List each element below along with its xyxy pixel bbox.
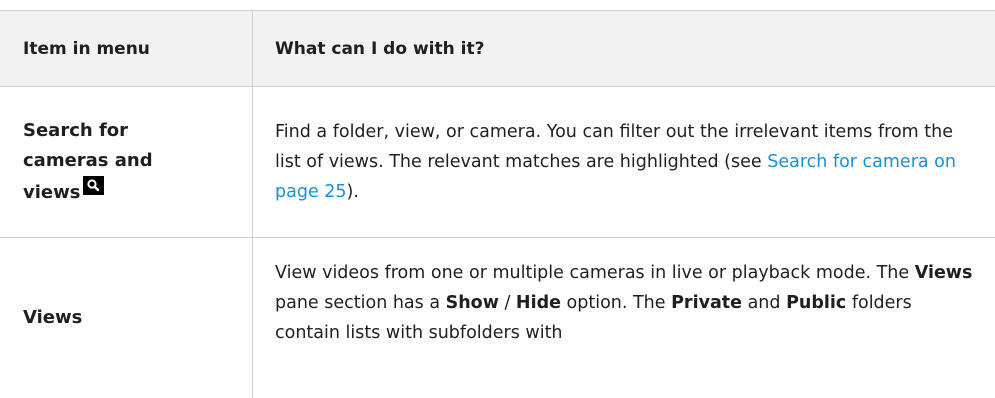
desc-cell: View videos from one or multiple cameras… — [253, 238, 995, 398]
item-label-line: cameras and — [23, 150, 153, 171]
search-icon — [83, 176, 105, 195]
desc-text: pane section has a — [275, 293, 446, 313]
table-row: Views View videos from one or multiple c… — [0, 237, 995, 398]
desc-text: View videos from one or multiple cameras… — [275, 263, 915, 283]
item-label-views: Views — [23, 307, 83, 328]
header-cell-desc: What can I do with it? — [253, 11, 995, 86]
table-row: Search for cameras and views Find a fold… — [0, 86, 995, 237]
header-cell-item: Item in menu — [0, 11, 253, 86]
bold-term: Private — [671, 293, 743, 313]
item-label-line: views — [23, 182, 81, 203]
desc-text: ). — [346, 182, 359, 202]
description-views: View videos from one or multiple cameras… — [275, 258, 975, 348]
item-cell: Search for cameras and views — [0, 87, 253, 237]
bold-term: Show — [445, 293, 499, 313]
item-cell: Views — [0, 238, 253, 398]
desc-cell: Find a folder, view, or camera. You can … — [253, 87, 995, 237]
item-label-line: Search for — [23, 120, 129, 141]
desc-text: / — [498, 293, 516, 313]
item-label-search: Search for cameras and views — [23, 116, 153, 208]
bold-term: Views — [914, 263, 973, 283]
header-desc-label: What can I do with it? — [275, 38, 485, 59]
description-search: Find a folder, view, or camera. You can … — [275, 117, 975, 207]
desc-text: option. The — [560, 293, 672, 313]
bold-term: Public — [786, 293, 847, 313]
desc-text: and — [742, 293, 787, 313]
bold-term: Hide — [515, 293, 561, 313]
menu-items-table: Item in menu What can I do with it? Sear… — [0, 10, 995, 398]
header-item-label: Item in menu — [23, 38, 150, 59]
table-header-row: Item in menu What can I do with it? — [0, 10, 995, 86]
